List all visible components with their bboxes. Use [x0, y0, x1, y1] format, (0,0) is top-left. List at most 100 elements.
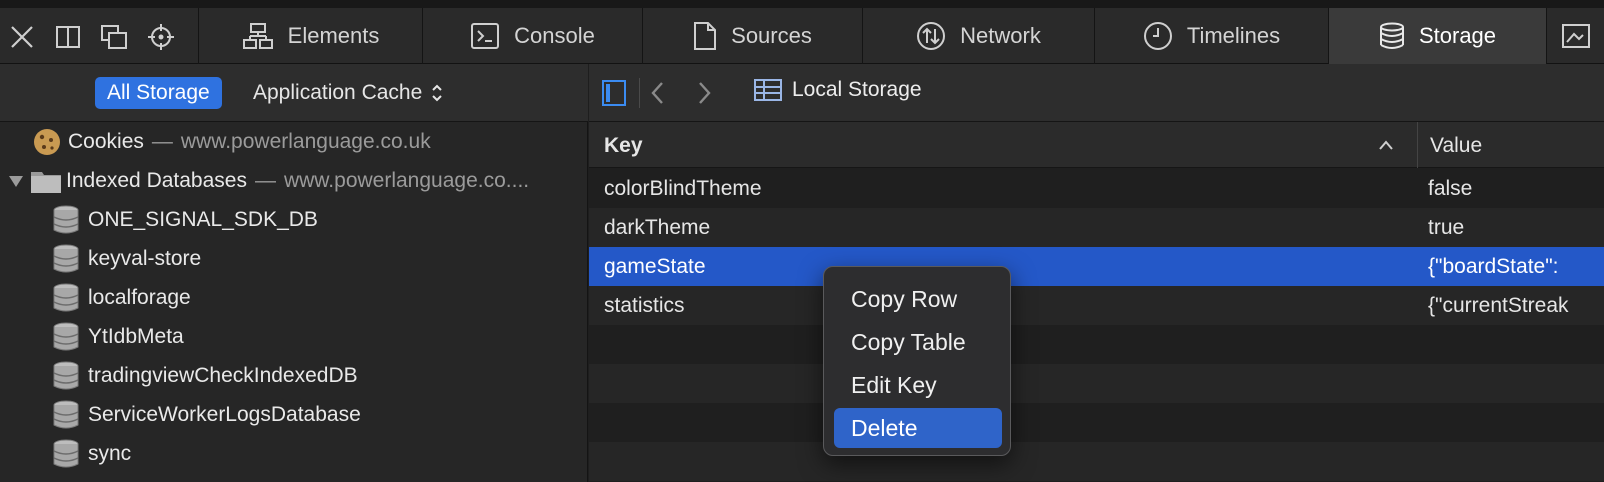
tab-bar: Elements Console Sources Network Timelin… — [0, 0, 1604, 64]
cookies-domain: www.powerlanguage.co.uk — [180, 130, 431, 153]
cell-key: statistics — [604, 294, 685, 317]
navigation-bar: Local Storage — [589, 64, 1604, 122]
tab-elements[interactable]: Elements — [198, 8, 422, 64]
table-row[interactable]: statistics {"currentStreak — [589, 286, 1604, 325]
tab-label: Network — [960, 23, 1041, 48]
sidebar-item-database[interactable]: sync — [0, 434, 588, 474]
tab-sources[interactable]: Sources — [642, 8, 862, 64]
tab-label: Elements — [287, 23, 380, 48]
table-header: Key Value — [589, 122, 1604, 168]
cell-value: {"boardState": — [1428, 255, 1559, 278]
cell-value: true — [1428, 216, 1465, 239]
sidebar-filter-bar: All Storage Application Cache — [0, 64, 588, 122]
network-icon — [917, 22, 946, 50]
column-header-value[interactable]: Value — [1430, 134, 1482, 158]
column-divider[interactable] — [1417, 122, 1418, 168]
database-name: YtIdbMeta — [88, 325, 184, 348]
table-row[interactable]: colorBlindTheme false — [589, 169, 1604, 208]
web-inspector: Elements Console Sources Network Timelin… — [0, 0, 1604, 482]
tab-console[interactable]: Console — [422, 8, 642, 64]
menu-item-delete[interactable]: Delete — [834, 408, 1002, 448]
menu-item-copy-row[interactable]: Copy Row — [834, 279, 1002, 319]
database-icon — [53, 244, 79, 273]
updown-chevron-icon — [432, 84, 442, 102]
breadcrumb-label: Local Storage — [792, 78, 922, 101]
table-row[interactable]: darkTheme true — [589, 208, 1604, 247]
folder-icon — [31, 172, 61, 193]
back-arrow-icon[interactable] — [649, 80, 667, 106]
cell-key: colorBlindTheme — [604, 177, 762, 200]
database-name: tradingviewCheckIndexedDB — [88, 364, 358, 387]
tab-label: Timelines — [1186, 23, 1281, 48]
disclosure-triangle-icon[interactable] — [8, 173, 24, 189]
empty-row — [589, 364, 1604, 403]
empty-row — [589, 442, 1604, 481]
storage-icon — [1379, 22, 1404, 49]
tab-label: Storage — [1418, 23, 1497, 48]
sidebar-item-database[interactable]: keyval-store — [0, 239, 588, 279]
cookie-icon — [34, 129, 60, 155]
sidebar-item-database[interactable]: ServiceWorkerLogsDatabase — [0, 395, 588, 435]
cell-value: false — [1428, 177, 1473, 200]
empty-row — [589, 403, 1604, 442]
console-icon — [471, 23, 500, 49]
application-cache-select[interactable]: Application Cache — [245, 77, 452, 109]
separator-dash: — — [151, 130, 173, 153]
sidebar-item-database[interactable]: localforage — [0, 278, 588, 318]
elements-icon — [242, 23, 273, 49]
database-icon — [53, 439, 79, 468]
separator-dash: — — [254, 169, 276, 192]
tab-overflow[interactable] — [1546, 8, 1604, 64]
sources-icon — [694, 22, 717, 50]
dock-split-icon[interactable] — [54, 23, 82, 51]
indexed-databases-label: Indexed Databases — [66, 169, 247, 192]
sidebar-item-database[interactable]: ONE_SIGNAL_SDK_DB — [0, 200, 588, 240]
empty-row — [589, 325, 1604, 364]
storage-content: Local Storage Key Value colorBlindTheme … — [589, 64, 1604, 482]
tab-timelines[interactable]: Timelines — [1094, 8, 1328, 64]
tab-storage[interactable]: Storage — [1328, 8, 1546, 64]
database-name: ONE_SIGNAL_SDK_DB — [88, 208, 318, 231]
tab-label: Console — [514, 23, 595, 48]
database-name: localforage — [88, 286, 191, 309]
close-icon[interactable] — [8, 23, 36, 51]
cell-value: {"currentStreak — [1428, 294, 1569, 317]
database-icon — [53, 322, 79, 351]
database-name: keyval-store — [88, 247, 202, 270]
cookies-label: Cookies — [68, 130, 144, 153]
table-icon — [754, 79, 782, 101]
sidebar-item-indexed-databases[interactable]: Indexed Databases — www.powerlanguage.co… — [0, 161, 588, 201]
column-header-key[interactable]: Key — [604, 134, 643, 158]
graphics-icon — [1562, 24, 1590, 48]
database-icon — [53, 400, 79, 429]
tab-label: Sources — [731, 23, 812, 48]
sort-ascending-icon[interactable] — [1377, 139, 1395, 151]
database-icon — [53, 283, 79, 312]
menu-item-edit-key[interactable]: Edit Key — [834, 365, 1002, 405]
breadcrumb[interactable]: Local Storage — [754, 78, 922, 102]
sidebar-item-cookies[interactable]: Cookies — www.powerlanguage.co.uk — [0, 122, 588, 162]
all-storage-button[interactable]: All Storage — [95, 77, 222, 109]
context-menu: Copy Row Copy Table Edit Key Delete — [823, 266, 1011, 456]
cell-key: darkTheme — [604, 216, 711, 239]
database-icon — [53, 205, 79, 234]
inspect-target-icon[interactable] — [147, 23, 175, 51]
window-controls — [0, 8, 198, 64]
timelines-icon — [1143, 22, 1172, 50]
menu-item-copy-table[interactable]: Copy Table — [834, 322, 1002, 362]
cell-key: gameState — [604, 255, 706, 278]
forward-arrow-icon[interactable] — [695, 80, 713, 106]
database-name: sync — [88, 442, 132, 465]
divider — [639, 78, 640, 108]
detach-window-icon[interactable] — [100, 23, 128, 51]
sidebar-item-database[interactable]: tradingviewCheckIndexedDB — [0, 356, 588, 396]
storage-sidebar: All Storage Application Cache Cookies — … — [0, 64, 588, 482]
sidebar-item-database[interactable]: YtIdbMeta — [0, 317, 588, 357]
tab-network[interactable]: Network — [862, 8, 1094, 64]
database-name: ServiceWorkerLogsDatabase — [88, 403, 361, 426]
sidebar-toggle-icon[interactable] — [601, 79, 627, 107]
table-row-selected[interactable]: gameState {"boardState": — [589, 247, 1604, 286]
indexed-databases-domain: www.powerlanguage.co.... — [283, 169, 530, 192]
database-icon — [53, 361, 79, 390]
select-label: Application Cache — [253, 81, 423, 104]
